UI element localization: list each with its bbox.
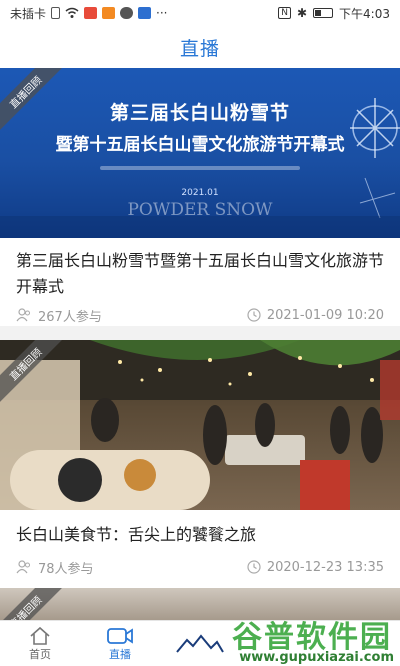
tab-home[interactable]: 首页 — [0, 621, 80, 666]
participant-count: 267人参与 — [38, 309, 102, 325]
banner-title-line-2: 暨第十五届长白山雪文化旅游节开幕式 — [55, 135, 345, 155]
live-card[interactable]: 直播回顾 长白山美食节：舌尖上的饕餮之旅 78人参与 2020-12-23 13… — [0, 340, 400, 598]
home-icon — [30, 626, 50, 645]
tab-label: 首页 — [29, 647, 51, 661]
vibrate-icon: ✱ — [296, 6, 308, 20]
tab-live[interactable]: 直播 — [80, 621, 160, 666]
app-icon — [102, 7, 116, 19]
banner-powder-snow: POWDER SNOW — [127, 200, 273, 220]
live-meta: 267人参与 2021-01-09 10:20 — [0, 300, 400, 330]
app-icon — [138, 7, 152, 19]
clock-text: 下午4:03 — [339, 6, 390, 21]
people-icon — [16, 308, 30, 322]
more-notifications-icon: ··· — [156, 6, 168, 20]
live-title[interactable]: 第三届长白山粉雪节暨第十五届长白山雪文化旅游节开幕式 — [0, 238, 400, 300]
page-title: 直播 — [179, 37, 220, 60]
banner-year: 2021.01 — [181, 188, 219, 198]
live-datetime: 2021-01-09 10:20 — [266, 307, 384, 323]
battery-icon — [313, 8, 334, 18]
food-festival-photo — [0, 340, 400, 510]
page-header: 直播 — [0, 26, 400, 68]
live-datetime: 2020-12-23 13:35 — [266, 559, 384, 575]
wechat-icon — [120, 7, 134, 19]
live-feed-list[interactable]: 第三届长白山粉雪节 暨第十五届长白山雪文化旅游节开幕式 2021.01 POWD… — [0, 68, 400, 620]
live-title[interactable]: 长白山美食节：舌尖上的饕餮之旅 — [0, 510, 400, 548]
participant-count: 78人参与 — [38, 561, 94, 577]
app-icon — [84, 7, 98, 19]
clock-icon — [247, 308, 261, 322]
banner-title-line-1: 第三届长白山粉雪节 — [109, 102, 290, 124]
status-bar: 未插卡 ··· N ✱ 下午4:03 — [0, 0, 400, 26]
live-thumbnail[interactable]: 直播回顾 — [0, 340, 400, 510]
sim-icon — [51, 7, 61, 19]
banner-organizers-line — [100, 166, 300, 170]
watermark-url: www.gupuxiazai.com — [239, 650, 394, 665]
live-card[interactable]: 第三届长白山粉雪节 暨第十五届长白山雪文化旅游节开幕式 2021.01 POWD… — [0, 68, 400, 326]
clock-icon — [247, 560, 261, 574]
carrier-text: 未插卡 — [10, 6, 47, 21]
nfc-icon: N — [278, 7, 291, 19]
tab-label: 直播 — [109, 647, 131, 661]
site-watermark: 谷普软件园 www.gupuxiazai.com — [212, 612, 400, 666]
replay-ribbon: 直播回顾 — [0, 588, 71, 620]
people-icon — [16, 560, 30, 574]
live-thumbnail[interactable]: 第三届长白山粉雪节 暨第十五届长白山雪文化旅游节开幕式 2021.01 POWD… — [0, 68, 400, 238]
wifi-icon — [65, 7, 79, 18]
live-meta: 78人参与 2020-12-23 13:35 — [0, 552, 400, 582]
video-camera-icon — [107, 627, 133, 644]
